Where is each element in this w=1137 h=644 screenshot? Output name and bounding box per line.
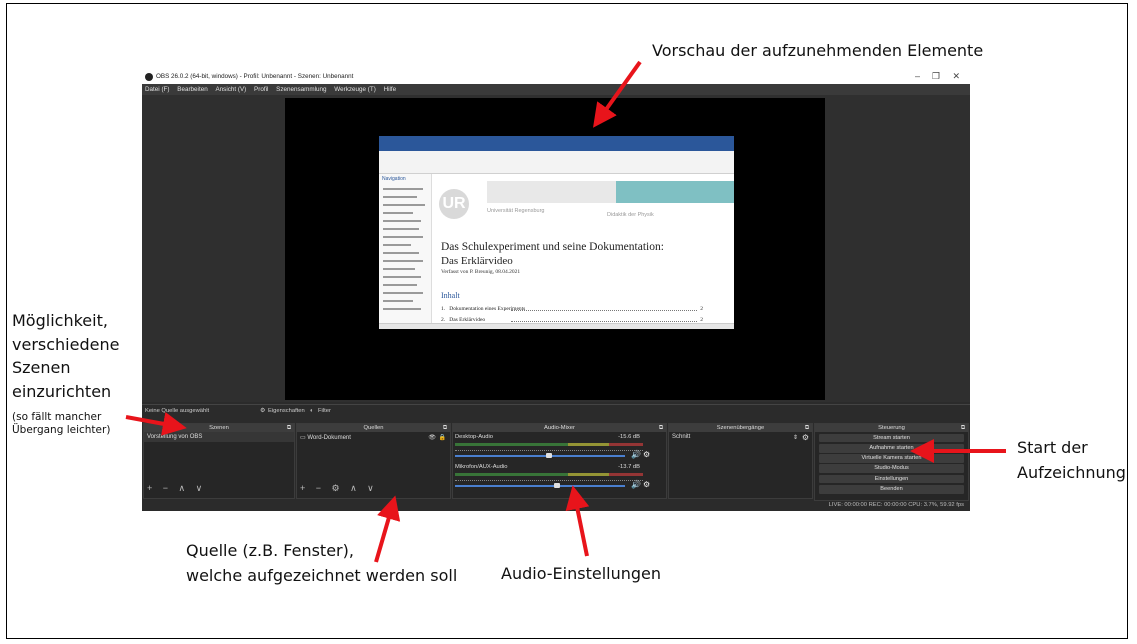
sources-title: Quellen ⧉ [297, 424, 450, 432]
channel-name: Mikrofon/AUX-Audio [455, 464, 508, 470]
header-teal-band [616, 181, 734, 203]
mixer-title: Audio-Mixer ⧉ [453, 424, 666, 432]
gear-icon[interactable]: ⚙ [260, 408, 265, 414]
volume-meter [455, 473, 643, 476]
start-recording-button[interactable]: Aufnahme starten [819, 443, 964, 453]
menu-profil[interactable]: Profil [251, 84, 271, 93]
department-name: Didaktik der Physik [607, 212, 654, 218]
menu-datei[interactable]: Datei (F) [142, 84, 173, 93]
status-bar: LIVE: 00:00:00 REC: 00:00:00 CPU: 3.7%, … [828, 502, 964, 508]
controls-dock: Steuerung ⧉ Stream starten Aufnahme start… [814, 423, 969, 501]
preview-canvas[interactable]: Navigation UR Universität Regensburg Did… [285, 98, 825, 400]
volume-slider-knob[interactable] [546, 453, 552, 458]
start-virtual-camera-button[interactable]: Virtuelle Kamera starten [819, 454, 964, 463]
mixer-channel-mic: Mikrofon/AUX-Audio -13.7 dB 🔊 ⚙ [455, 464, 650, 492]
source-toolbar: Keine Quelle ausgewählt ⚙ Eigenschaften … [142, 404, 970, 417]
scenes-title: Szenen ⧉ [144, 424, 294, 432]
minimize-button[interactable]: – [915, 71, 920, 81]
window-title: OBS 26.0.2 (64-bit, windows) - Profil: U… [156, 73, 354, 80]
gear-icon[interactable]: ⚙ [643, 480, 650, 489]
undock-icon: ⧉ [960, 425, 965, 431]
university-name: Universität Regensburg [487, 208, 545, 214]
channel-name: Desktop-Audio [455, 434, 494, 440]
word-statusbar [379, 323, 734, 329]
transitions-dock: Szenenübergänge ⧉ Schnitt ⇕ ⚙ [668, 423, 813, 499]
header-band [487, 181, 616, 203]
transition-select[interactable]: Schnitt ⇕ ⚙ [669, 432, 812, 442]
controls-title: Steuerung ⧉ [815, 424, 968, 432]
volume-meter [455, 443, 643, 446]
word-navigation-pane: Navigation [379, 174, 432, 324]
source-item[interactable]: ▭ Word-Dokument 👁 🔒 [297, 432, 450, 443]
word-titlebar [379, 136, 734, 144]
speaker-icon[interactable]: 🔊 [631, 480, 641, 489]
word-ribbon-tabs [379, 144, 734, 151]
sources-toolbar[interactable]: + − ⚙ ∧ ∨ [300, 483, 378, 494]
annotation-scenes: Möglichkeit, verschiedene Szenen einzuri… [12, 311, 120, 401]
settings-button[interactable]: Einstellungen [819, 474, 964, 484]
menu-szenensammlung[interactable]: Szenensammlung [273, 84, 329, 93]
title-bar: OBS 26.0.2 (64-bit, windows) - Profil: U… [142, 70, 970, 84]
undock-icon: ⧉ [286, 425, 291, 431]
undock-icon: ⧉ [804, 425, 809, 431]
annotation-audio: Audio-Einstellungen [501, 564, 662, 583]
scene-item[interactable]: Vorstellung von OBS [144, 432, 294, 442]
annotation-preview: Vorschau der aufzunehmenden Elemente [652, 41, 984, 60]
menu-ansicht[interactable]: Ansicht (V) [212, 84, 249, 93]
document-heading: Das Schulexperiment und seine Dokumentat… [441, 241, 664, 267]
filters-button[interactable]: Filter [318, 408, 331, 414]
annotation-scenes-note: (so fällt mancher Übergang leichter) [12, 411, 111, 436]
spinner-icon: ⇕ [792, 435, 798, 441]
undock-icon: ⧉ [658, 425, 663, 431]
undock-icon: ⧉ [442, 425, 447, 431]
menu-werkzeuge[interactable]: Werkzeuge (T) [331, 84, 379, 93]
transitions-title: Szenenübergänge ⧉ [669, 424, 812, 432]
toc-title: Inhalt [441, 291, 460, 300]
exit-button[interactable]: Beenden [819, 484, 964, 494]
gear-icon[interactable]: ⚙ [643, 450, 650, 459]
menu-hilfe[interactable]: Hilfe [381, 84, 400, 93]
mixer-channel-desktop: Desktop-Audio -15.6 dB 🔊 ⚙ [455, 434, 650, 462]
menu-bearbeiten[interactable]: Bearbeiten [174, 84, 210, 93]
word-ribbon [379, 151, 734, 174]
volume-slider[interactable] [455, 485, 625, 487]
obs-window: OBS 26.0.2 (64-bit, windows) - Profil: U… [142, 70, 970, 511]
sources-dock: Quellen ⧉ ▭ Word-Dokument 👁 🔒 + − ⚙ ∧ ∨ [296, 423, 451, 499]
toc-entry: 1. Dokumentation eines Experiments 2 [441, 306, 703, 312]
scenes-toolbar[interactable]: + − ∧ ∨ [147, 483, 206, 494]
studio-mode-button[interactable]: Studio-Modus [819, 464, 964, 474]
volume-slider[interactable] [455, 455, 625, 457]
channel-db: -13.7 dB [618, 464, 640, 470]
annotation-source: Quelle (z.B. Fenster), welche aufgezeich… [186, 541, 458, 585]
start-stream-button[interactable]: Stream starten [819, 433, 964, 443]
filter-icon[interactable]: ◐ [310, 408, 314, 414]
menu-bar: Datei (F) Bearbeiten Ansicht (V) Profil … [142, 84, 970, 95]
no-source-label: Keine Quelle ausgewählt [145, 408, 210, 414]
gear-icon[interactable]: ⚙ [802, 433, 809, 442]
scenes-dock: Szenen ⧉ Vorstellung von OBS + − ∧ ∨ [143, 423, 295, 499]
lock-icon[interactable]: 🔒 [439, 434, 446, 441]
close-button[interactable]: ✕ [952, 71, 960, 82]
volume-slider-knob[interactable] [554, 483, 560, 488]
speaker-icon[interactable]: 🔊 [631, 450, 641, 459]
meter-ticks [455, 477, 643, 481]
channel-db: -15.6 dB [618, 434, 640, 440]
obs-logo-icon [145, 73, 153, 81]
annotation-start-recording: Start der Aufzeichnung [1017, 438, 1126, 482]
eye-icon[interactable]: 👁 [428, 434, 436, 441]
university-logo-icon: UR [439, 189, 469, 219]
meter-ticks [455, 447, 643, 451]
properties-button[interactable]: Eigenschaften [268, 408, 305, 414]
nav-title: Navigation [382, 176, 406, 182]
window-icon: ▭ [300, 435, 306, 441]
audio-mixer-dock: Audio-Mixer ⧉ Desktop-Audio -15.6 dB 🔊 ⚙ … [452, 423, 667, 499]
document-byline: Verfasst von P. Breunig, 08.04.2021 [441, 269, 521, 275]
word-document-capture: Navigation UR Universität Regensburg Did… [379, 136, 734, 329]
maximize-button[interactable]: ❐ [932, 71, 940, 82]
